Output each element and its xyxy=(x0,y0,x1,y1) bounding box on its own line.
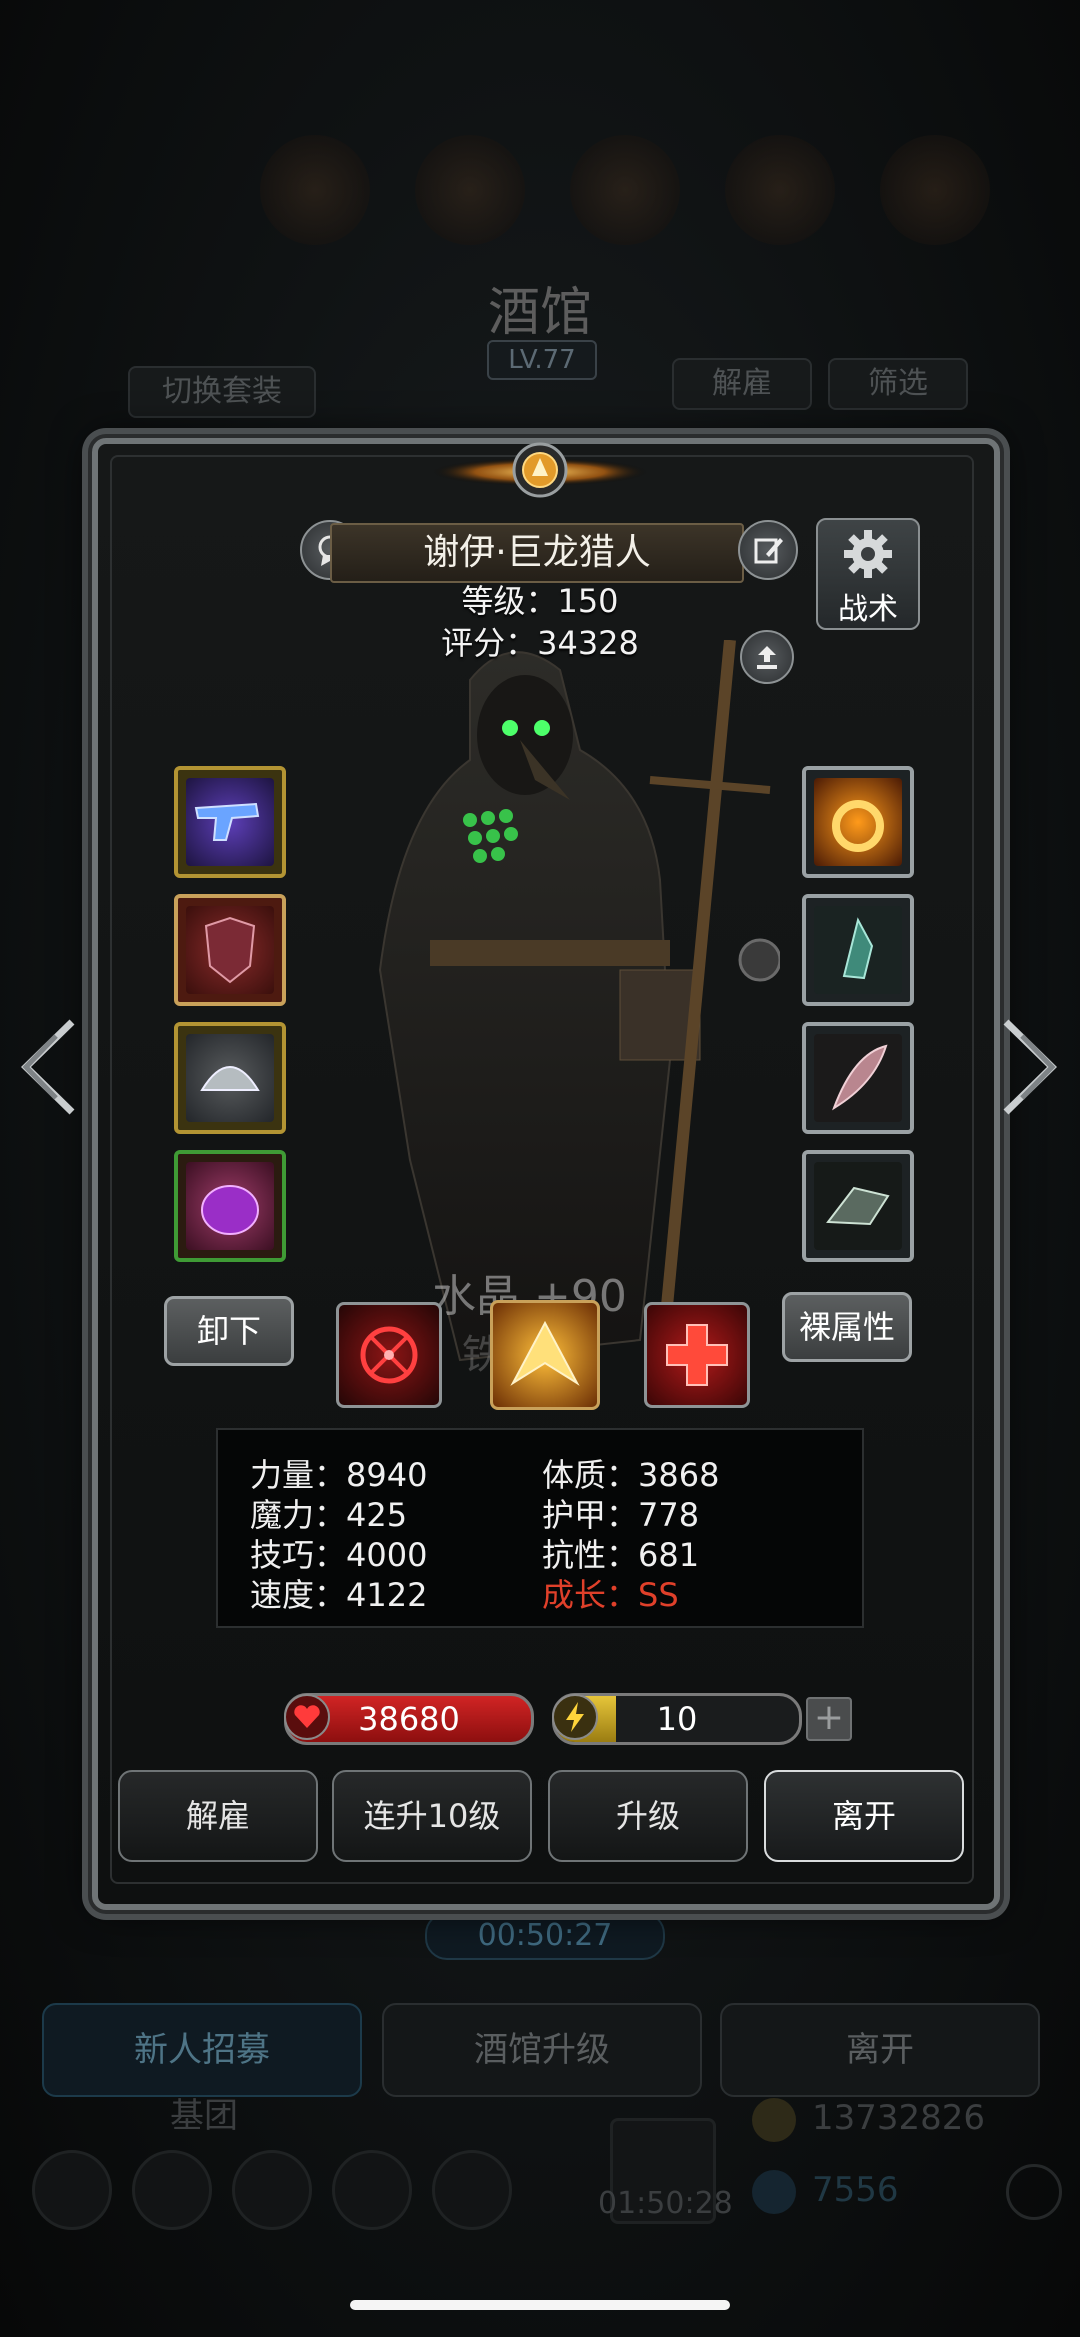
bg-dismiss-button[interactable]: 解雇 xyxy=(672,358,812,410)
gem-amount: 7556 xyxy=(812,2170,899,2210)
group-label: 基团 xyxy=(170,2096,238,2136)
next-hero-arrow-icon[interactable] xyxy=(996,1012,1066,1122)
tavern-level: LV.77 xyxy=(487,340,597,380)
previous-hero-arrow-icon[interactable] xyxy=(12,1012,82,1122)
bg-filter-button[interactable]: 筛选 xyxy=(828,358,968,410)
tab-tavern-upgrade[interactable]: 酒馆升级 xyxy=(382,2003,702,2097)
equip-slot-boots[interactable] xyxy=(802,1150,914,1262)
hero-score: 评分：34328 xyxy=(441,624,639,662)
tab-new-recruit[interactable]: 新人招募 xyxy=(42,2003,362,2097)
switch-outfit-button[interactable]: 切换套装 xyxy=(128,366,316,418)
tactics-button[interactable]: 战术 xyxy=(816,518,920,630)
bottom-nav-icon[interactable] xyxy=(132,2150,212,2230)
bottom-nav-icon[interactable] xyxy=(32,2150,112,2230)
bottom-nav-icon[interactable] xyxy=(232,2150,312,2230)
background-icon xyxy=(415,135,525,245)
equip-slot-gem[interactable] xyxy=(802,894,914,1006)
heal-cross-icon xyxy=(666,1324,728,1386)
home-indicator[interactable] xyxy=(350,2300,730,2310)
tactics-label: 战术 xyxy=(838,592,898,627)
chest-countdown: 01:50:28 xyxy=(598,2186,733,2221)
fire-strike-skill-icon xyxy=(510,1320,580,1386)
gold-amount: 13732826 xyxy=(812,2098,986,2138)
lightning-icon xyxy=(552,1694,598,1740)
hero-name: 谢伊·巨龙猎人 xyxy=(330,523,744,583)
hero-level: 等级：150 xyxy=(461,582,619,620)
skill-slot-2[interactable] xyxy=(490,1300,600,1410)
background-icon xyxy=(880,135,990,245)
background-icon xyxy=(260,135,370,245)
tavern-title: 酒馆 xyxy=(487,283,592,343)
heart-icon xyxy=(284,1694,330,1740)
panel-emblem-icon xyxy=(432,442,648,498)
gold-icon xyxy=(752,2098,796,2142)
feather-icon xyxy=(814,1034,902,1122)
tab-leave[interactable]: 离开 xyxy=(720,2003,1040,2097)
add-icon[interactable] xyxy=(1006,2164,1062,2220)
gem-icon xyxy=(752,2170,796,2214)
crystal-icon xyxy=(814,906,902,994)
skill-slot-3[interactable] xyxy=(644,1302,750,1408)
add-energy-button[interactable]: + xyxy=(806,1697,852,1741)
equip-slot-ring[interactable] xyxy=(802,766,914,878)
crosshair-skill-icon xyxy=(360,1326,418,1384)
gem-mask-icon xyxy=(186,1162,274,1250)
equip-slot-armor[interactable] xyxy=(174,894,286,1006)
equip-slot-accessory[interactable] xyxy=(174,1150,286,1262)
leave-button[interactable]: 离开 xyxy=(764,1770,964,1862)
claw-icon xyxy=(814,1162,902,1250)
bottom-nav-icon[interactable] xyxy=(332,2150,412,2230)
armor-icon xyxy=(186,906,274,994)
equip-slot-feather[interactable] xyxy=(802,1022,914,1134)
unequip-button[interactable]: 卸下 xyxy=(164,1296,294,1366)
level-up-button[interactable]: 升级 xyxy=(548,1770,748,1862)
skill-slot-1[interactable] xyxy=(336,1302,442,1408)
fire-ring-icon xyxy=(814,778,902,866)
bottom-nav-icon[interactable] xyxy=(432,2150,512,2230)
level-up-10-button[interactable]: 连升10级 xyxy=(332,1770,532,1862)
share-upload-icon[interactable] xyxy=(740,630,794,684)
helmet-icon xyxy=(186,1034,274,1122)
base-attributes-button[interactable]: 裸属性 xyxy=(782,1292,912,1362)
equip-slot-helmet[interactable] xyxy=(174,1022,286,1134)
pistol-icon xyxy=(186,778,274,866)
stat-speed: 速度：4122 xyxy=(250,1576,428,1614)
recruit-timer: 00:50:27 xyxy=(425,1912,665,1960)
gear-icon xyxy=(844,530,892,578)
rename-edit-icon[interactable] xyxy=(738,520,798,580)
stat-growth: 成长：SS xyxy=(542,1576,679,1614)
background-icon xyxy=(570,135,680,245)
dismiss-hero-button[interactable]: 解雇 xyxy=(118,1770,318,1862)
equip-slot-weapon[interactable] xyxy=(174,766,286,878)
background-icon xyxy=(725,135,835,245)
